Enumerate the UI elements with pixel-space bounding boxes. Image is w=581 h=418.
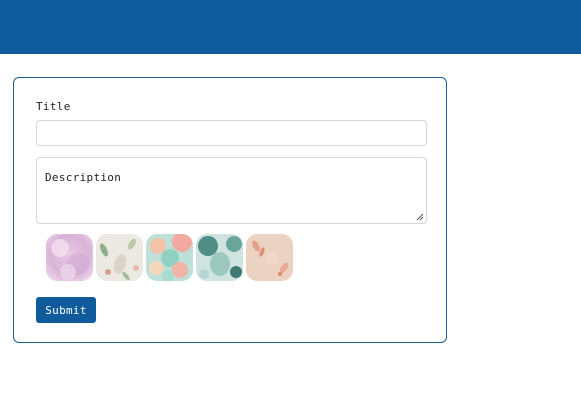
image-picker bbox=[46, 234, 293, 282]
teal-shapes-thumbnail[interactable] bbox=[196, 234, 243, 281]
resize-handle-icon[interactable] bbox=[416, 213, 424, 221]
header-bar bbox=[0, 0, 581, 54]
pink-clouds-thumbnail[interactable] bbox=[46, 234, 93, 281]
description-placeholder: Description bbox=[45, 171, 122, 184]
title-input[interactable] bbox=[36, 120, 427, 146]
peach-floral-thumbnail[interactable] bbox=[246, 234, 293, 281]
title-label: Title bbox=[36, 100, 71, 113]
description-textarea[interactable]: Description bbox=[36, 157, 427, 224]
post-form-card: Title Description Submit bbox=[13, 77, 447, 343]
submit-button[interactable]: Submit bbox=[36, 297, 96, 323]
pastel-balloons-thumbnail[interactable] bbox=[146, 234, 193, 281]
floral-leaves-thumbnail[interactable] bbox=[96, 234, 143, 281]
